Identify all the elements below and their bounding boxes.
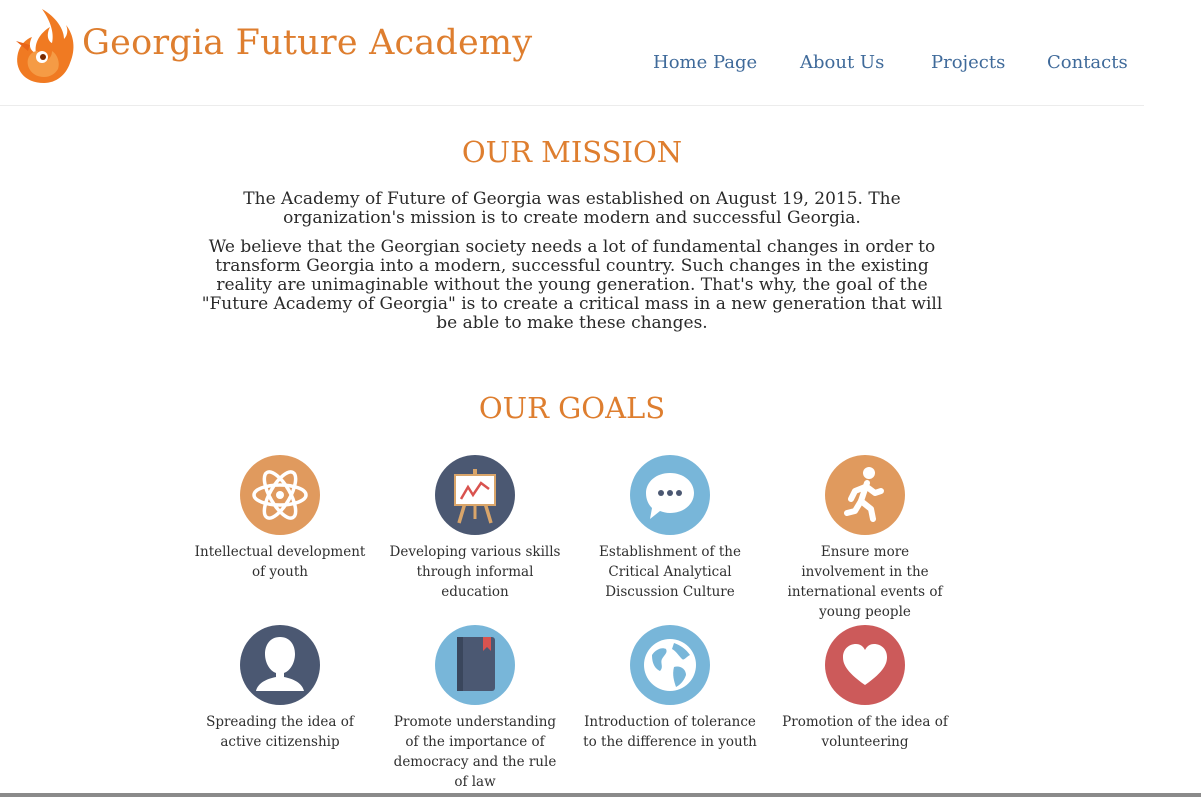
goal-item: Promotion of the idea of volunteering [777, 625, 953, 752]
nav-projects[interactable]: Projects [931, 54, 1005, 72]
goal-item: Promote understanding of the importance … [387, 625, 563, 792]
goal-label: Introduction of tolerance to the differe… [583, 714, 757, 750]
goal-label: Promotion of the idea of volunteering [782, 714, 948, 750]
goal-label: Ensure more involvement in the internati… [787, 544, 943, 620]
goal-item: Spreading the idea of active citizenship [192, 625, 368, 752]
mission-title: OUR MISSION [461, 135, 683, 169]
goal-item: Developing various skills through inform… [387, 455, 563, 602]
easel-icon [435, 455, 515, 535]
goals-title: OUR GOALS [478, 391, 666, 425]
goal-item: Ensure more involvement in the internati… [777, 455, 953, 622]
book-icon [435, 625, 515, 705]
mission-paragraph-1: The Academy of Future of Georgia was est… [243, 189, 901, 228]
goal-label: Intellectual development of youth [194, 544, 366, 580]
site-header: Georgia Future Academy Home Page About U… [0, 0, 1144, 106]
mission-paragraph-2: We believe that the Georgian society nee… [201, 237, 943, 333]
nav-contacts[interactable]: Contacts [1047, 54, 1128, 72]
phoenix-logo-icon[interactable] [12, 5, 76, 85]
globe-icon [630, 625, 710, 705]
nav-about-us[interactable]: About Us [800, 54, 884, 72]
goal-item: Intellectual development of youth [192, 455, 368, 582]
goal-label: Spreading the idea of active citizenship [206, 714, 354, 750]
walking-person-icon [825, 455, 905, 535]
heart-icon [825, 625, 905, 705]
nav-home-page[interactable]: Home Page [653, 54, 757, 72]
atom-icon [240, 455, 320, 535]
goal-label: Developing various skills through inform… [389, 544, 561, 600]
goal-label: Promote understanding of the importance … [393, 714, 557, 790]
person-silhouette-icon [240, 625, 320, 705]
speech-bubble-icon [630, 455, 710, 535]
goal-item: Establishment of the Critical Analytical… [582, 455, 758, 602]
brand-title[interactable]: Georgia Future Academy [82, 26, 532, 61]
goal-label: Establishment of the Critical Analytical… [599, 544, 741, 600]
window-bottom-bar [0, 793, 1201, 797]
goal-item: Introduction of tolerance to the differe… [582, 625, 758, 752]
